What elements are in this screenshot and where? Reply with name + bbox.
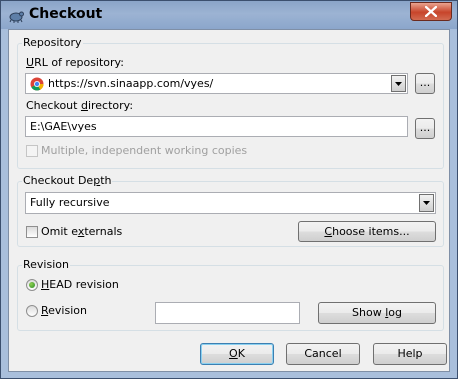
depth-selected-value: Fully recursive xyxy=(30,196,110,209)
multiple-working-copies-label: Multiple, independent working copies xyxy=(41,144,248,157)
multiple-working-copies-checkbox[interactable] xyxy=(26,145,38,157)
revision-input[interactable] xyxy=(155,302,300,324)
depth-dropdown-button[interactable] xyxy=(419,194,434,212)
checkout-directory-label: Checkout directory: xyxy=(26,99,134,112)
url-dropdown-button[interactable] xyxy=(391,75,406,92)
dialog-body: Repository URL of repository: https://sv… xyxy=(8,29,450,372)
browse-url-button[interactable]: ... xyxy=(415,73,435,94)
title-bar[interactable]: Checkout xyxy=(1,1,457,29)
checkout-directory-value: E:\GAE\vyes xyxy=(30,120,97,133)
choose-items-button[interactable]: Choose items... xyxy=(298,221,436,242)
url-value: https://svn.sinaapp.com/vyes/ xyxy=(48,77,214,90)
help-button[interactable]: Help xyxy=(373,343,447,365)
head-revision-radio[interactable] xyxy=(26,279,38,291)
cancel-button[interactable]: Cancel xyxy=(286,343,360,365)
browse-directory-button[interactable]: ... xyxy=(415,118,435,139)
show-log-button[interactable]: Show log xyxy=(318,302,436,324)
depth-combobox[interactable]: Fully recursive xyxy=(25,192,436,214)
url-combobox[interactable]: https://svn.sinaapp.com/vyes/ xyxy=(25,73,408,94)
tortoise-icon xyxy=(9,11,24,23)
specific-revision-label: Revision xyxy=(41,304,87,317)
checkout-dialog: Checkout Repository URL of repository: h… xyxy=(0,0,458,379)
ok-button[interactable]: OK xyxy=(200,343,274,365)
head-revision-label: HEAD revision xyxy=(41,278,119,291)
chevron-down-icon xyxy=(395,82,402,86)
close-button[interactable] xyxy=(410,2,452,21)
window-title: Checkout xyxy=(29,6,103,22)
repository-group-label: Repository xyxy=(22,36,83,49)
omit-externals-checkbox[interactable] xyxy=(26,226,38,238)
checkout-depth-group-label: Checkout Depth xyxy=(22,174,113,187)
chevron-down-icon xyxy=(423,201,430,205)
omit-externals-label: Omit externals xyxy=(41,225,123,238)
specific-revision-radio[interactable] xyxy=(26,305,38,317)
chrome-icon xyxy=(30,77,44,91)
url-label: URL of repository: xyxy=(26,56,124,69)
revision-group-label: Revision xyxy=(22,258,70,271)
close-icon xyxy=(425,6,437,17)
checkout-directory-input[interactable]: E:\GAE\vyes xyxy=(25,116,408,137)
